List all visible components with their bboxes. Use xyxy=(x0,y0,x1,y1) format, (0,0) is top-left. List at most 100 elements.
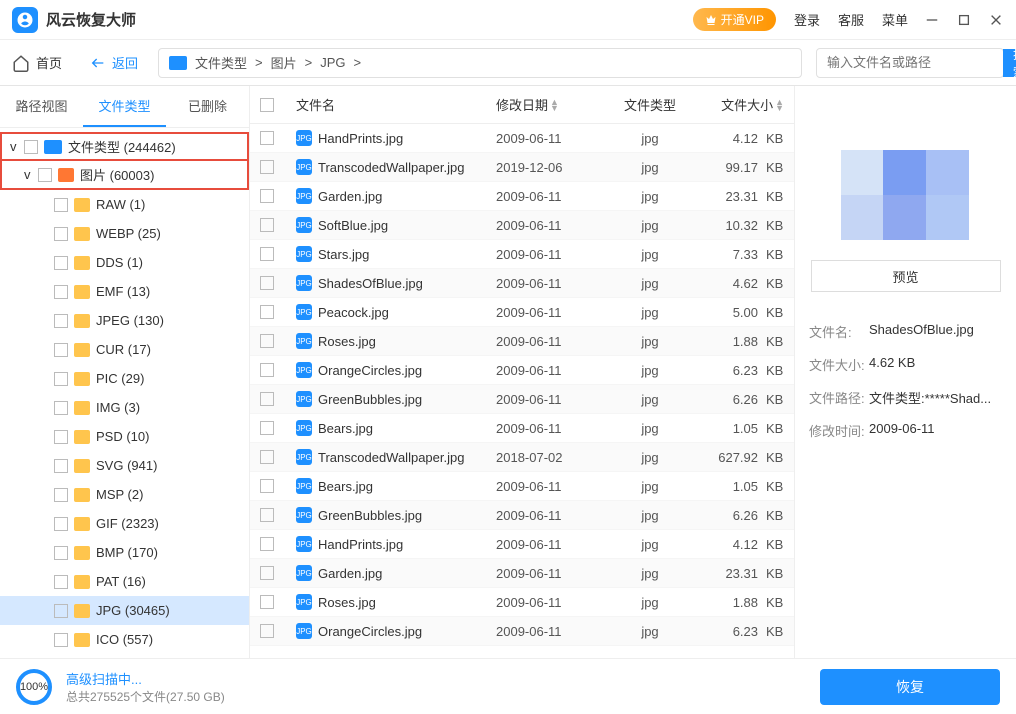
checkbox[interactable] xyxy=(38,168,52,182)
row-checkbox[interactable] xyxy=(260,537,274,551)
vip-button[interactable]: 开通VIP xyxy=(693,8,776,31)
meta-date-label: 修改时间: xyxy=(809,421,869,440)
checkbox[interactable] xyxy=(54,343,68,357)
tree-node[interactable]: CUR (17) xyxy=(0,335,249,364)
row-checkbox[interactable] xyxy=(260,247,274,261)
table-row[interactable]: JPGPeacock.jpg2009-06-11jpg5.00KB xyxy=(250,298,794,327)
table-row[interactable]: JPGRoses.jpg2009-06-11jpg1.88KB xyxy=(250,588,794,617)
row-checkbox[interactable] xyxy=(260,160,274,174)
row-checkbox[interactable] xyxy=(260,508,274,522)
jpg-file-icon: JPG xyxy=(296,623,312,639)
checkbox[interactable] xyxy=(54,430,68,444)
menu-link[interactable]: 菜单 xyxy=(882,10,908,29)
row-checkbox[interactable] xyxy=(260,363,274,377)
checkbox[interactable] xyxy=(54,372,68,386)
checkbox[interactable] xyxy=(54,401,68,415)
table-row[interactable]: JPGOrangeCircles.jpg2009-06-11jpg6.23KB xyxy=(250,617,794,646)
checkbox[interactable] xyxy=(54,517,68,531)
table-row[interactable]: JPGHandPrints.jpg2009-06-11jpg4.12KB xyxy=(250,124,794,153)
col-date[interactable]: 修改日期▲▼ xyxy=(496,95,604,114)
tree-node[interactable]: GIF (2323) xyxy=(0,509,249,538)
tree-node[interactable]: WEBP (25) xyxy=(0,219,249,248)
tab-deleted[interactable]: 已删除 xyxy=(166,86,249,127)
row-checkbox[interactable] xyxy=(260,450,274,464)
checkbox[interactable] xyxy=(54,459,68,473)
checkbox[interactable] xyxy=(54,604,68,618)
row-checkbox[interactable] xyxy=(260,421,274,435)
support-link[interactable]: 客服 xyxy=(838,10,864,29)
row-checkbox[interactable] xyxy=(260,131,274,145)
checkbox[interactable] xyxy=(24,140,38,154)
row-checkbox[interactable] xyxy=(260,189,274,203)
table-row[interactable]: JPGTranscodedWallpaper.jpg2019-12-06jpg9… xyxy=(250,153,794,182)
tab-file-type[interactable]: 文件类型 xyxy=(83,86,166,127)
login-link[interactable]: 登录 xyxy=(794,10,820,29)
checkbox[interactable] xyxy=(54,575,68,589)
row-checkbox[interactable] xyxy=(260,392,274,406)
col-type[interactable]: 文件类型 xyxy=(604,95,696,114)
row-checkbox[interactable] xyxy=(260,334,274,348)
row-checkbox[interactable] xyxy=(260,624,274,638)
maximize-button[interactable] xyxy=(956,12,972,28)
table-row[interactable]: JPGOrangeCircles.jpg2009-06-11jpg6.23KB xyxy=(250,356,794,385)
checkbox[interactable] xyxy=(54,227,68,241)
breadcrumb[interactable]: 文件类型> 图片> JPG> xyxy=(158,48,802,78)
checkbox[interactable] xyxy=(54,285,68,299)
checkbox[interactable] xyxy=(54,633,68,647)
table-row[interactable]: JPGBears.jpg2009-06-11jpg1.05KB xyxy=(250,472,794,501)
table-row[interactable]: JPGGreenBubbles.jpg2009-06-11jpg6.26KB xyxy=(250,385,794,414)
row-checkbox[interactable] xyxy=(260,218,274,232)
row-checkbox[interactable] xyxy=(260,595,274,609)
tree-node[interactable]: IMG (3) xyxy=(0,393,249,422)
checkbox[interactable] xyxy=(54,546,68,560)
table-row[interactable]: JPGGreenBubbles.jpg2009-06-11jpg6.26KB xyxy=(250,501,794,530)
tree-node[interactable]: PSD (10) xyxy=(0,422,249,451)
checkbox[interactable] xyxy=(54,488,68,502)
close-button[interactable] xyxy=(988,12,1004,28)
home-button[interactable]: 首页 xyxy=(12,53,62,72)
tree-node[interactable]: v图片 (60003) xyxy=(0,161,249,190)
row-checkbox[interactable] xyxy=(260,566,274,580)
row-checkbox[interactable] xyxy=(260,276,274,290)
minimize-button[interactable] xyxy=(924,12,940,28)
table-row[interactable]: JPGTranscodedWallpaper.jpg2018-07-02jpg6… xyxy=(250,443,794,472)
app-title: 风云恢复大师 xyxy=(46,9,136,30)
checkbox[interactable] xyxy=(54,198,68,212)
back-button[interactable]: 返回 xyxy=(90,53,138,72)
col-size[interactable]: 文件大小▲▼ xyxy=(696,95,794,114)
table-row[interactable]: JPGGarden.jpg2009-06-11jpg23.31KB xyxy=(250,559,794,588)
breadcrumb-sep: > xyxy=(354,55,362,70)
row-checkbox[interactable] xyxy=(260,479,274,493)
col-name[interactable]: 文件名 xyxy=(296,95,496,114)
search-button[interactable]: 搜索 xyxy=(1003,49,1016,77)
checkbox[interactable] xyxy=(54,314,68,328)
table-row[interactable]: JPGRoses.jpg2009-06-11jpg1.88KB xyxy=(250,327,794,356)
tree-node[interactable]: MSP (2) xyxy=(0,480,249,509)
tree-node[interactable]: v文件类型 (244462) xyxy=(0,132,249,161)
tree-label: 图片 (60003) xyxy=(80,165,154,184)
sort-icon: ▲▼ xyxy=(550,99,559,111)
table-row[interactable]: JPGGarden.jpg2009-06-11jpg23.31KB xyxy=(250,182,794,211)
tree-node[interactable]: PAT (16) xyxy=(0,567,249,596)
tree-node[interactable]: RAW (1) xyxy=(0,190,249,219)
tree-node[interactable]: JPEG (130) xyxy=(0,306,249,335)
table-row[interactable]: JPGSoftBlue.jpg2009-06-11jpg10.32KB xyxy=(250,211,794,240)
select-all-checkbox[interactable] xyxy=(260,98,274,112)
tree-node[interactable]: ICO (557) xyxy=(0,625,249,654)
table-row[interactable]: JPGBears.jpg2009-06-11jpg1.05KB xyxy=(250,414,794,443)
tree-node[interactable]: PIC (29) xyxy=(0,364,249,393)
tree-node[interactable]: EMF (13) xyxy=(0,277,249,306)
checkbox[interactable] xyxy=(54,256,68,270)
preview-button[interactable]: 预览 xyxy=(811,260,1001,292)
table-row[interactable]: JPGStars.jpg2009-06-11jpg7.33KB xyxy=(250,240,794,269)
tree-node[interactable]: DDS (1) xyxy=(0,248,249,277)
tree-node[interactable]: BMP (170) xyxy=(0,538,249,567)
tab-path-view[interactable]: 路径视图 xyxy=(0,86,83,127)
table-row[interactable]: JPGShadesOfBlue.jpg2009-06-11jpg4.62KB xyxy=(250,269,794,298)
recover-button[interactable]: 恢复 xyxy=(820,669,1000,705)
table-row[interactable]: JPGHandPrints.jpg2009-06-11jpg4.12KB xyxy=(250,530,794,559)
row-checkbox[interactable] xyxy=(260,305,274,319)
tree-node[interactable]: JPG (30465) xyxy=(0,596,249,625)
search-input[interactable] xyxy=(827,55,1003,70)
tree-node[interactable]: SVG (941) xyxy=(0,451,249,480)
